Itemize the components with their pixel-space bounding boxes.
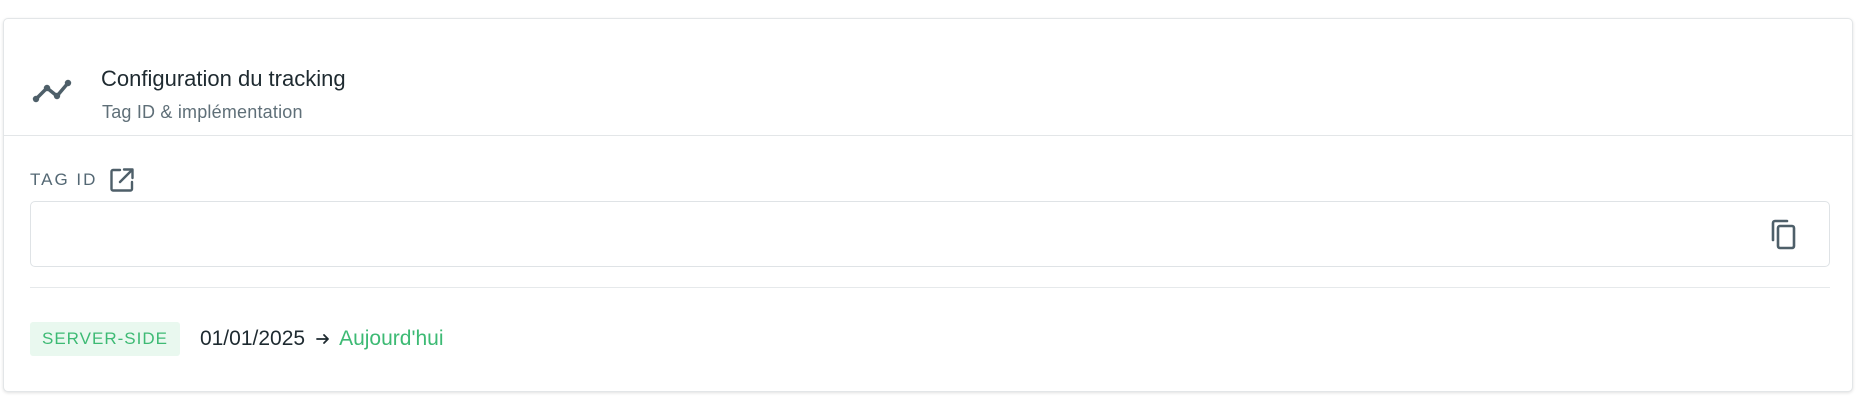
tag-id-label-row: TAG ID	[30, 165, 135, 195]
tag-id-field	[30, 201, 1830, 267]
date-start: 01/01/2025	[199, 327, 306, 350]
card-subtitle: Tag ID & implémentation	[102, 102, 303, 122]
trend-line-icon	[32, 79, 72, 103]
tag-id-input[interactable]	[31, 202, 1731, 266]
copy-icon	[1771, 219, 1796, 250]
tag-id-label: TAG ID	[30, 170, 98, 189]
external-link-icon[interactable]	[109, 167, 135, 193]
card-header: Configuration du tracking Tag ID & implé…	[4, 19, 1852, 136]
copy-button[interactable]	[1767, 218, 1801, 252]
arrow-right-icon	[316, 334, 329, 344]
tracking-config-card: Configuration du tracking Tag ID & implé…	[3, 18, 1853, 392]
date-range-row: SERVER-SIDE 01/01/2025 Aujourd'hui	[30, 321, 443, 357]
server-side-badge: SERVER-SIDE	[30, 322, 180, 356]
divider	[30, 287, 1830, 288]
card-title: Configuration du tracking	[101, 66, 346, 91]
date-end-link[interactable]: Aujourd'hui	[339, 327, 443, 351]
